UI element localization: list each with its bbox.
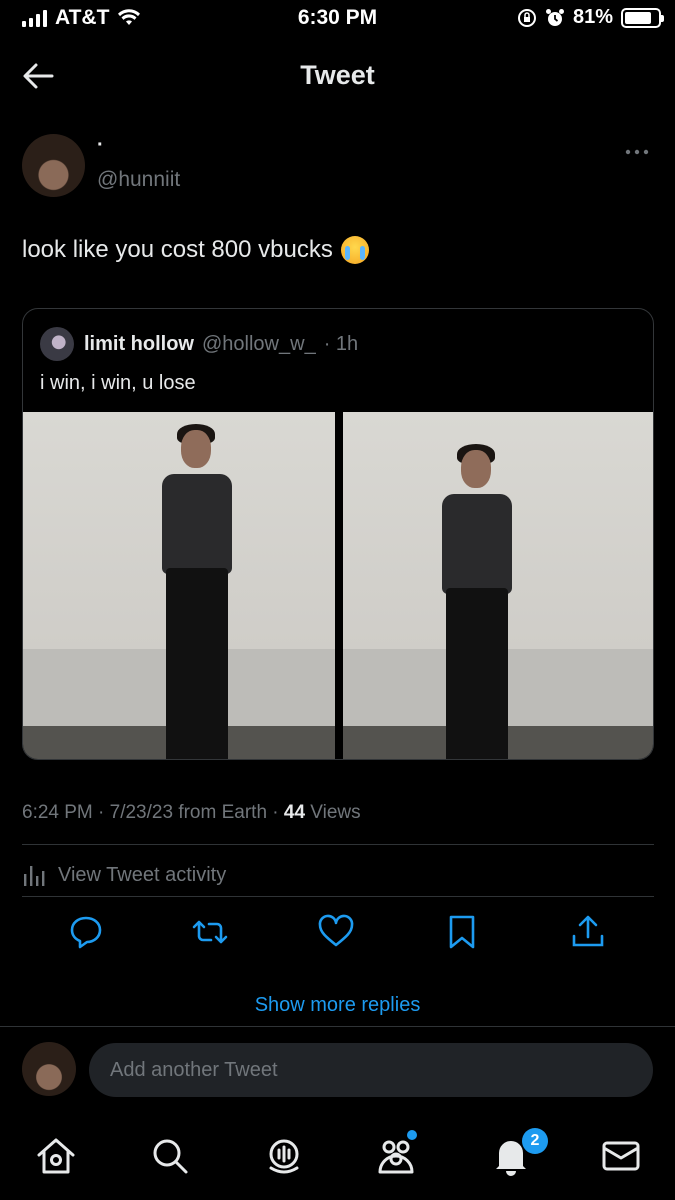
compose-avatar — [22, 1042, 76, 1096]
reply-input[interactable] — [89, 1043, 653, 1097]
retweet-icon[interactable] — [190, 912, 230, 952]
views-count: 44 — [283, 802, 306, 823]
quote-time: · 1h — [323, 333, 359, 355]
notifications-badge: 2 — [522, 1128, 548, 1154]
author-avatar[interactable] — [22, 134, 85, 197]
divider — [22, 896, 654, 897]
spaces-icon[interactable] — [262, 1134, 306, 1178]
messages-icon[interactable] — [599, 1134, 643, 1178]
tweet-text: look like you cost 800 vbucks — [22, 236, 369, 264]
status-right: 81% — [517, 6, 664, 29]
battery-icon — [621, 7, 664, 28]
quote-tweet[interactable]: limit hollow @hollow_w_ · 1h i win, i wi… — [22, 308, 654, 760]
alarm-icon — [545, 8, 564, 26]
views-label: Views — [305, 802, 361, 823]
bookmark-icon[interactable] — [442, 912, 482, 952]
reply-icon[interactable] — [66, 912, 106, 952]
view-activity-link[interactable]: View Tweet activity — [22, 862, 226, 888]
quote-photo-1[interactable] — [23, 412, 335, 759]
communities-icon[interactable] — [374, 1134, 418, 1178]
tweet-body: look like you cost 800 vbucks — [22, 236, 333, 263]
author-handle[interactable]: @hunniit — [97, 168, 180, 192]
share-icon[interactable] — [568, 912, 608, 952]
rotation-lock-icon — [517, 8, 536, 27]
tweet-meta: 6:24 PM · 7/23/23 from Earth · 44 Views — [22, 802, 361, 824]
quote-header: limit hollow @hollow_w_ · 1h — [84, 333, 358, 356]
tweet-timestamp: 6:24 PM · 7/23/23 from Earth · — [22, 802, 284, 823]
show-more-replies-link[interactable]: Show more replies — [0, 994, 675, 1017]
quote-media[interactable] — [23, 412, 653, 759]
divider — [22, 844, 654, 845]
communities-dot — [407, 1130, 417, 1140]
page-title: Tweet — [300, 60, 375, 90]
like-icon[interactable] — [316, 912, 356, 952]
top-header: Tweet — [0, 40, 675, 112]
bar-chart-icon — [24, 866, 45, 886]
search-icon[interactable] — [148, 1134, 192, 1178]
activity-label: View Tweet activity — [58, 863, 227, 886]
home-icon[interactable] — [34, 1134, 78, 1178]
quote-text: i win, i win, u lose — [40, 372, 196, 394]
bottom-tab-bar — [0, 1118, 675, 1200]
crying-face-icon — [340, 236, 369, 264]
author-name[interactable]: · — [97, 134, 104, 157]
quote-author-name: limit hollow — [84, 333, 194, 355]
status-bar: AT&T 6:30 PM 81% — [0, 0, 675, 40]
more-options-icon[interactable] — [623, 142, 651, 162]
tweet-actions — [0, 912, 675, 958]
divider — [0, 1026, 675, 1027]
quote-author-handle: @hollow_w_ — [202, 333, 316, 355]
battery-percent: 81% — [572, 6, 613, 28]
quote-photo-2[interactable] — [343, 412, 653, 759]
quote-avatar — [40, 327, 74, 361]
